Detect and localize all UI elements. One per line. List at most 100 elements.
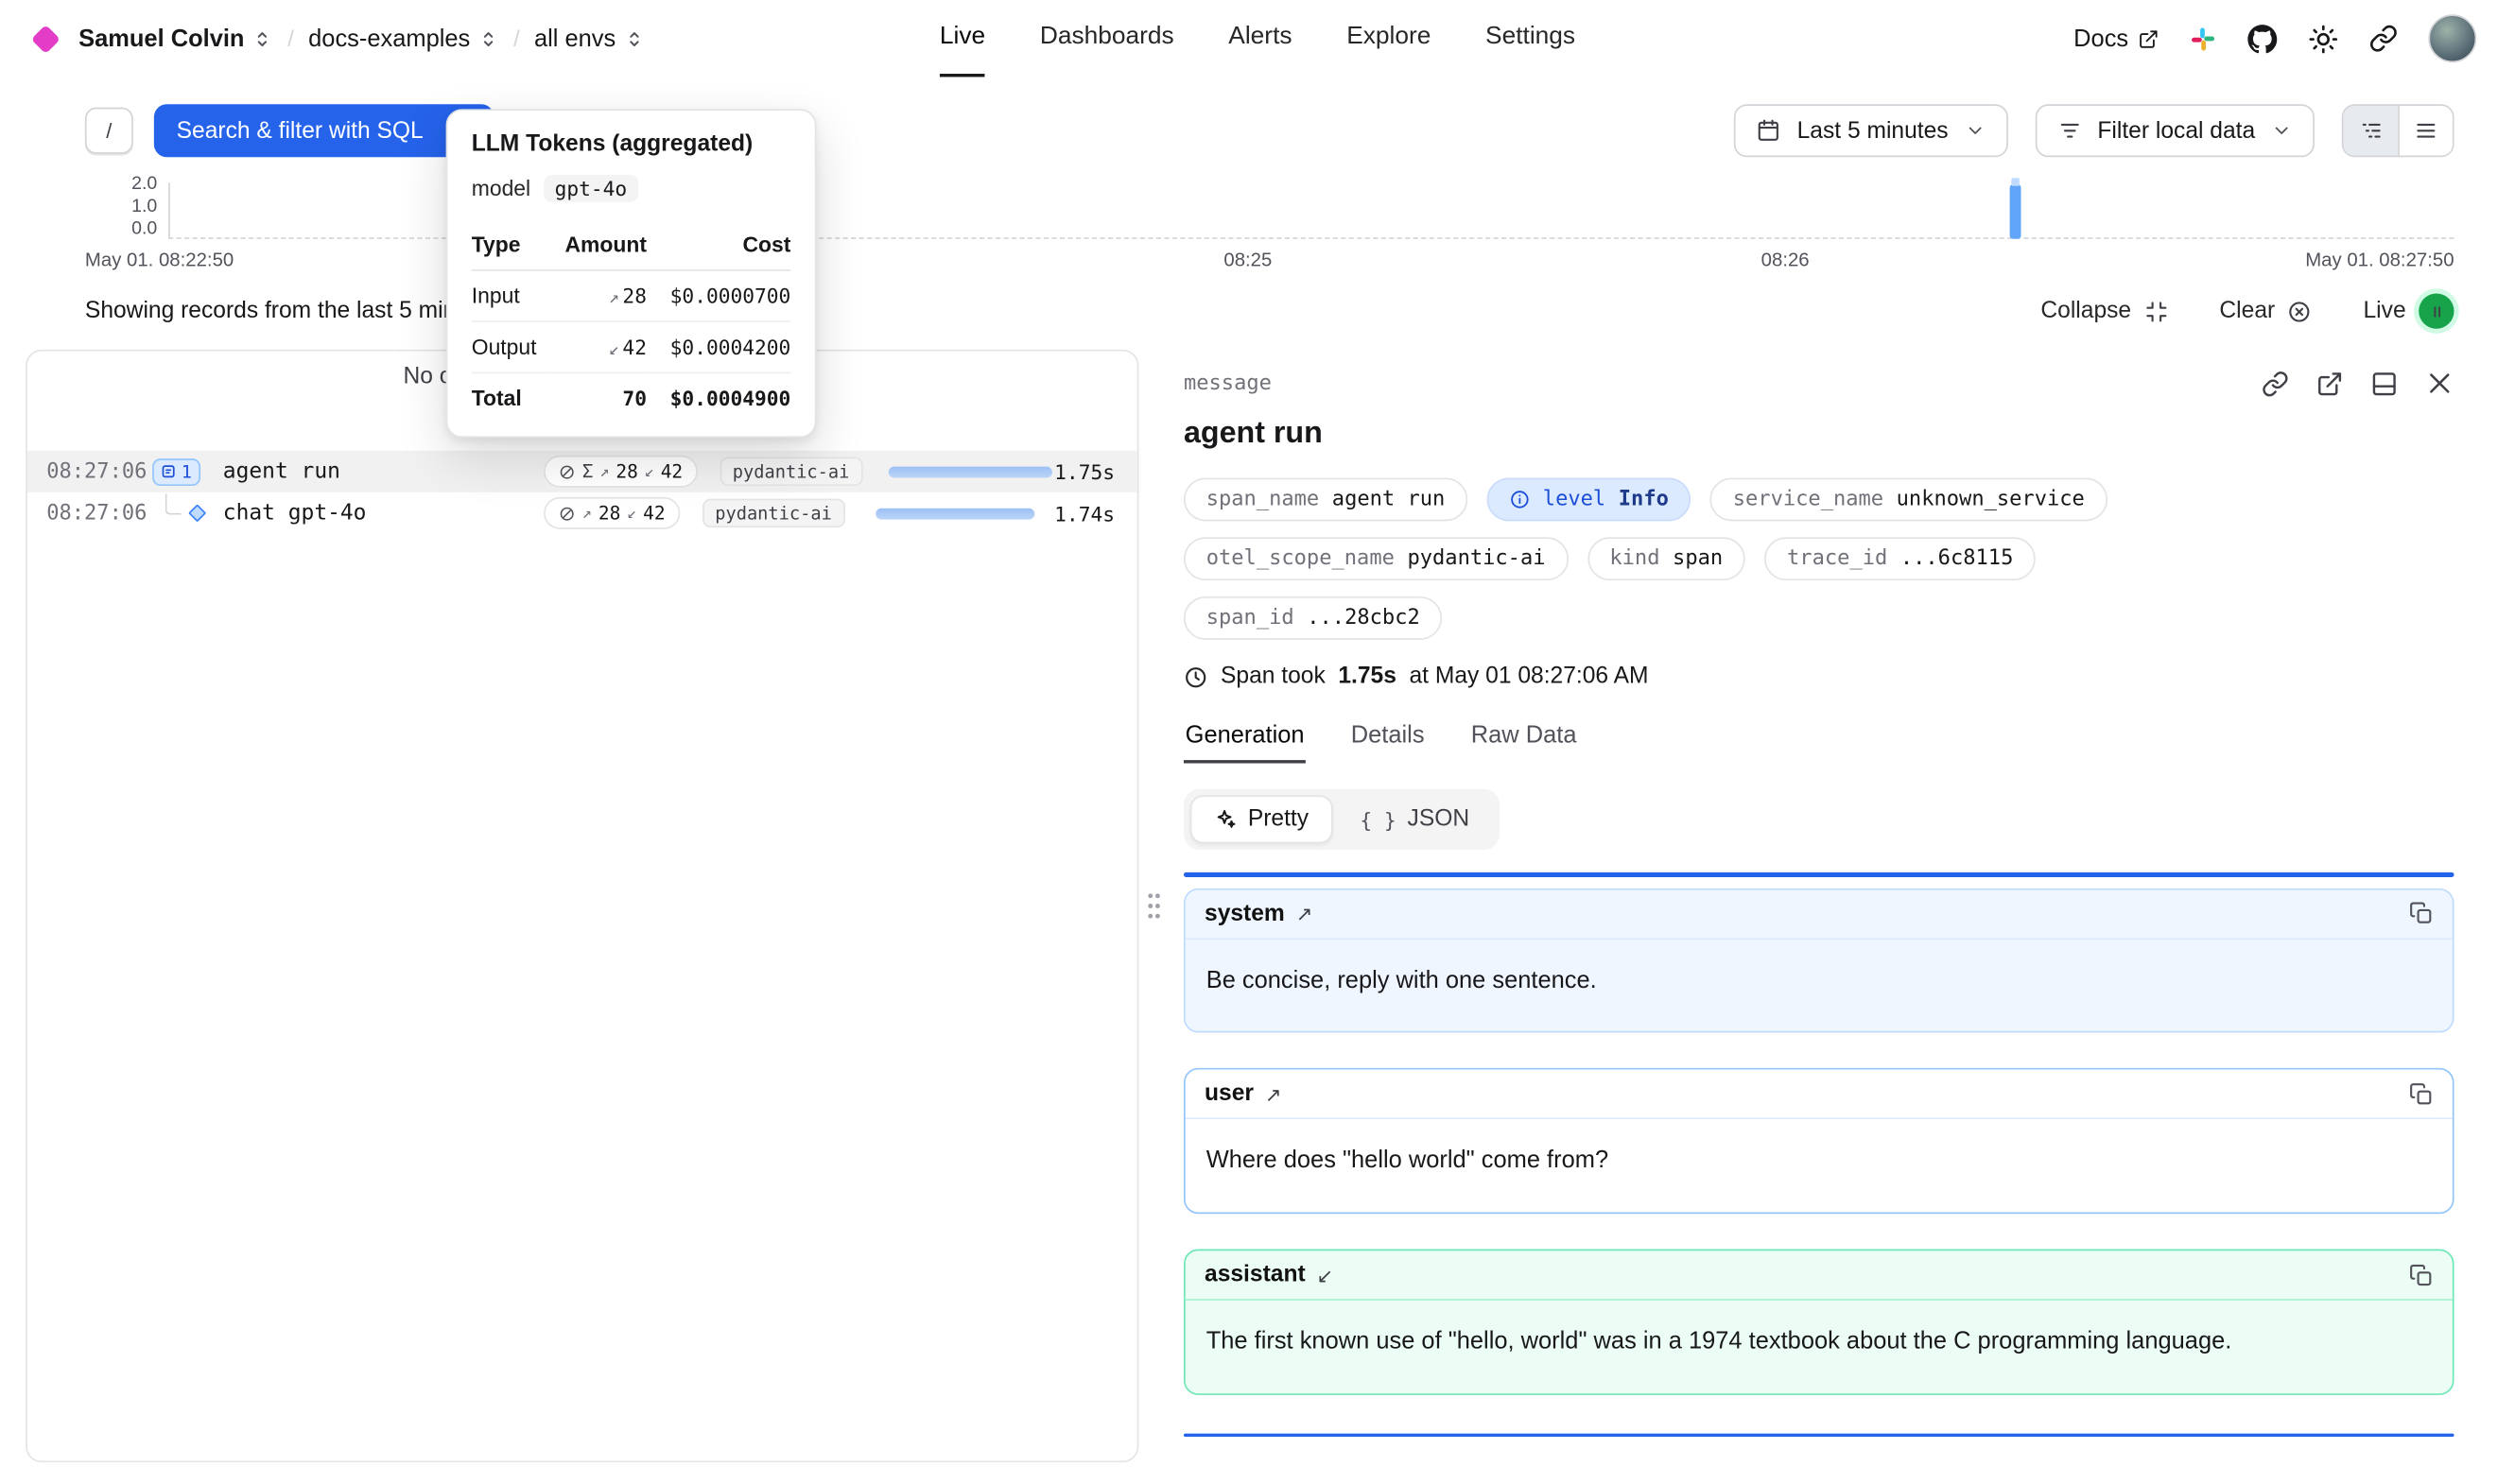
service-name-pill[interactable]: service_name unknown_service xyxy=(1710,478,2107,522)
pretty-label: Pretty xyxy=(1248,806,1309,832)
github-button[interactable] xyxy=(2247,24,2278,54)
level-pill[interactable]: level Info xyxy=(1486,478,1691,522)
copy-button[interactable] xyxy=(2409,901,2433,924)
sparkles-icon xyxy=(1214,808,1237,831)
model-key: model xyxy=(472,177,530,200)
span-name-pill[interactable]: span_name agent run xyxy=(1184,478,1467,522)
slack-button[interactable] xyxy=(2190,25,2217,52)
nav-item-dashboards[interactable]: Dashboards xyxy=(1040,0,1174,77)
org-name: Samuel Colvin xyxy=(78,25,244,52)
theme-toggle-button[interactable] xyxy=(2308,24,2338,54)
col-amount: Amount xyxy=(549,223,647,270)
filter-label: Filter local data xyxy=(2097,118,2255,144)
span-id-pill[interactable]: span_id ...28cbc2 xyxy=(1184,596,1443,640)
otel-scope-pill[interactable]: otel_scope_name pydantic-ai xyxy=(1184,537,1568,580)
token-usage-pill[interactable]: ↗ 28 ↙ 42 xyxy=(544,497,680,529)
token-usage-pill[interactable]: Σ ↗ 28 ↙ 42 xyxy=(544,456,697,488)
duration-text: 1.74s xyxy=(1054,501,1115,525)
token-row-output: Output ↙42 $0.0004200 xyxy=(472,321,791,372)
flat-view-button[interactable] xyxy=(2398,106,2453,156)
copy-link-button[interactable] xyxy=(2262,370,2289,397)
attr-value: Info xyxy=(1619,488,1669,511)
sigma-icon: Σ xyxy=(582,460,594,483)
token-icon xyxy=(558,505,576,523)
kind-pill[interactable]: kind span xyxy=(1587,537,1745,580)
copy-button[interactable] xyxy=(2409,1263,2433,1286)
row-node xyxy=(152,507,223,520)
time-range-select[interactable]: Last 5 minutes xyxy=(1734,104,2007,157)
scope-tag[interactable]: pydantic-ai xyxy=(720,457,862,486)
message-card-assistant: assistant ↙ The first known use of "hell… xyxy=(1184,1250,2454,1395)
user-avatar[interactable] xyxy=(2428,14,2476,62)
json-view-button[interactable]: { } JSON xyxy=(1336,795,1494,843)
x-circle-icon xyxy=(2288,299,2312,322)
output-tokens: 42 xyxy=(643,502,666,525)
external-link-icon xyxy=(2316,370,2344,397)
view-mode-toggle xyxy=(2342,104,2454,157)
duration-bar[interactable] xyxy=(888,466,1051,477)
calendar-icon xyxy=(1757,119,1780,143)
copy-icon xyxy=(2409,1082,2433,1106)
message-header: user ↗ xyxy=(1186,1070,2453,1120)
copy-button[interactable] xyxy=(2409,1082,2433,1106)
tab-generation[interactable]: Generation xyxy=(1184,716,1306,764)
logfire-logo-icon[interactable] xyxy=(31,24,61,53)
message-text: Be concise, reply with one sentence. xyxy=(1186,939,2293,1031)
nav-item-explore[interactable]: Explore xyxy=(1346,0,1431,77)
duration-bar[interactable] xyxy=(876,508,1034,519)
search-sql-button[interactable]: Search & filter with SQL xyxy=(154,104,494,157)
trace-row-agent-run[interactable]: 08:27:06 1 agent run Σ ↗ 28 ↙ xyxy=(27,451,1137,492)
tab-raw-data[interactable]: Raw Data xyxy=(1469,716,1578,764)
input-arrow-icon: ↗ xyxy=(582,505,592,523)
y-tick: 0.0 xyxy=(96,219,157,238)
nav-item-alerts[interactable]: Alerts xyxy=(1228,0,1292,77)
live-toggle[interactable]: Live xyxy=(2364,293,2454,328)
llm-tokens-popover: LLM Tokens (aggregated) model gpt-4o Typ… xyxy=(446,109,817,438)
histogram-bar[interactable] xyxy=(2010,184,2021,239)
updown-icon xyxy=(624,28,645,49)
open-in-new-button[interactable] xyxy=(2316,370,2344,397)
span-name: chat gpt-4o xyxy=(223,500,544,526)
row-timestamp: 08:27:06 xyxy=(46,459,152,483)
direction-arrow-icon: ↗ xyxy=(1296,901,1313,924)
scope-tag[interactable]: pydantic-ai xyxy=(702,499,845,528)
trace-id-pill[interactable]: trace_id ...6c8115 xyxy=(1764,537,2036,580)
share-link-button[interactable] xyxy=(2369,24,2399,53)
collapse-button[interactable]: Collapse xyxy=(2040,299,2168,324)
dock-panel-button[interactable] xyxy=(2370,370,2398,397)
chevron-down-icon xyxy=(1965,120,1986,141)
span-title: agent run xyxy=(1184,417,2454,452)
tab-details[interactable]: Details xyxy=(1349,716,1426,764)
row-amount: 28 xyxy=(622,284,647,307)
attribute-pills: span_name agent run level Info service_n… xyxy=(1184,478,2243,640)
col-cost: Cost xyxy=(647,223,790,270)
attr-value: ...6c8115 xyxy=(1900,546,2014,570)
panel-splitter[interactable] xyxy=(1138,350,1171,1462)
span-detail-panel: message agent run span_name agent run le… xyxy=(1171,350,2479,1462)
main-nav: Live Dashboards Alerts Explore Settings xyxy=(940,0,1575,77)
scroll-boundary-bottom xyxy=(1184,1433,2454,1437)
env-selector[interactable]: all envs xyxy=(534,25,645,52)
x-tick: 08:26 xyxy=(1761,249,1810,271)
duration-bar-track xyxy=(871,508,1034,519)
output-arrow-icon: ↙ xyxy=(645,462,654,480)
child-count-badge[interactable]: 1 xyxy=(152,457,199,485)
clear-button[interactable]: Clear xyxy=(2219,299,2312,324)
project-selector[interactable]: docs-examples xyxy=(308,25,499,52)
breadcrumb-separator: / xyxy=(287,26,294,51)
pretty-view-button[interactable]: Pretty xyxy=(1190,795,1333,843)
trace-rows: 08:27:06 1 agent run Σ ↗ 28 ↙ xyxy=(27,451,1137,534)
filter-local-data-select[interactable]: Filter local data xyxy=(2035,104,2315,157)
updown-icon xyxy=(252,28,273,49)
tree-view-button[interactable] xyxy=(2343,106,2398,156)
org-selector[interactable]: Samuel Colvin xyxy=(78,25,273,52)
nav-item-settings[interactable]: Settings xyxy=(1485,0,1575,77)
attr-key: span_id xyxy=(1206,606,1294,630)
nav-item-live[interactable]: Live xyxy=(940,0,985,77)
trace-row-chat-gpt-4o[interactable]: 08:27:06 chat gpt-4o ↗ 28 ↙ 42 pydantic-… xyxy=(27,492,1137,534)
updown-icon xyxy=(478,28,499,49)
copy-icon xyxy=(2409,901,2433,924)
close-panel-button[interactable] xyxy=(2425,369,2454,398)
docs-link[interactable]: Docs xyxy=(2073,25,2159,52)
drag-handle-icon[interactable] xyxy=(1145,891,1163,921)
